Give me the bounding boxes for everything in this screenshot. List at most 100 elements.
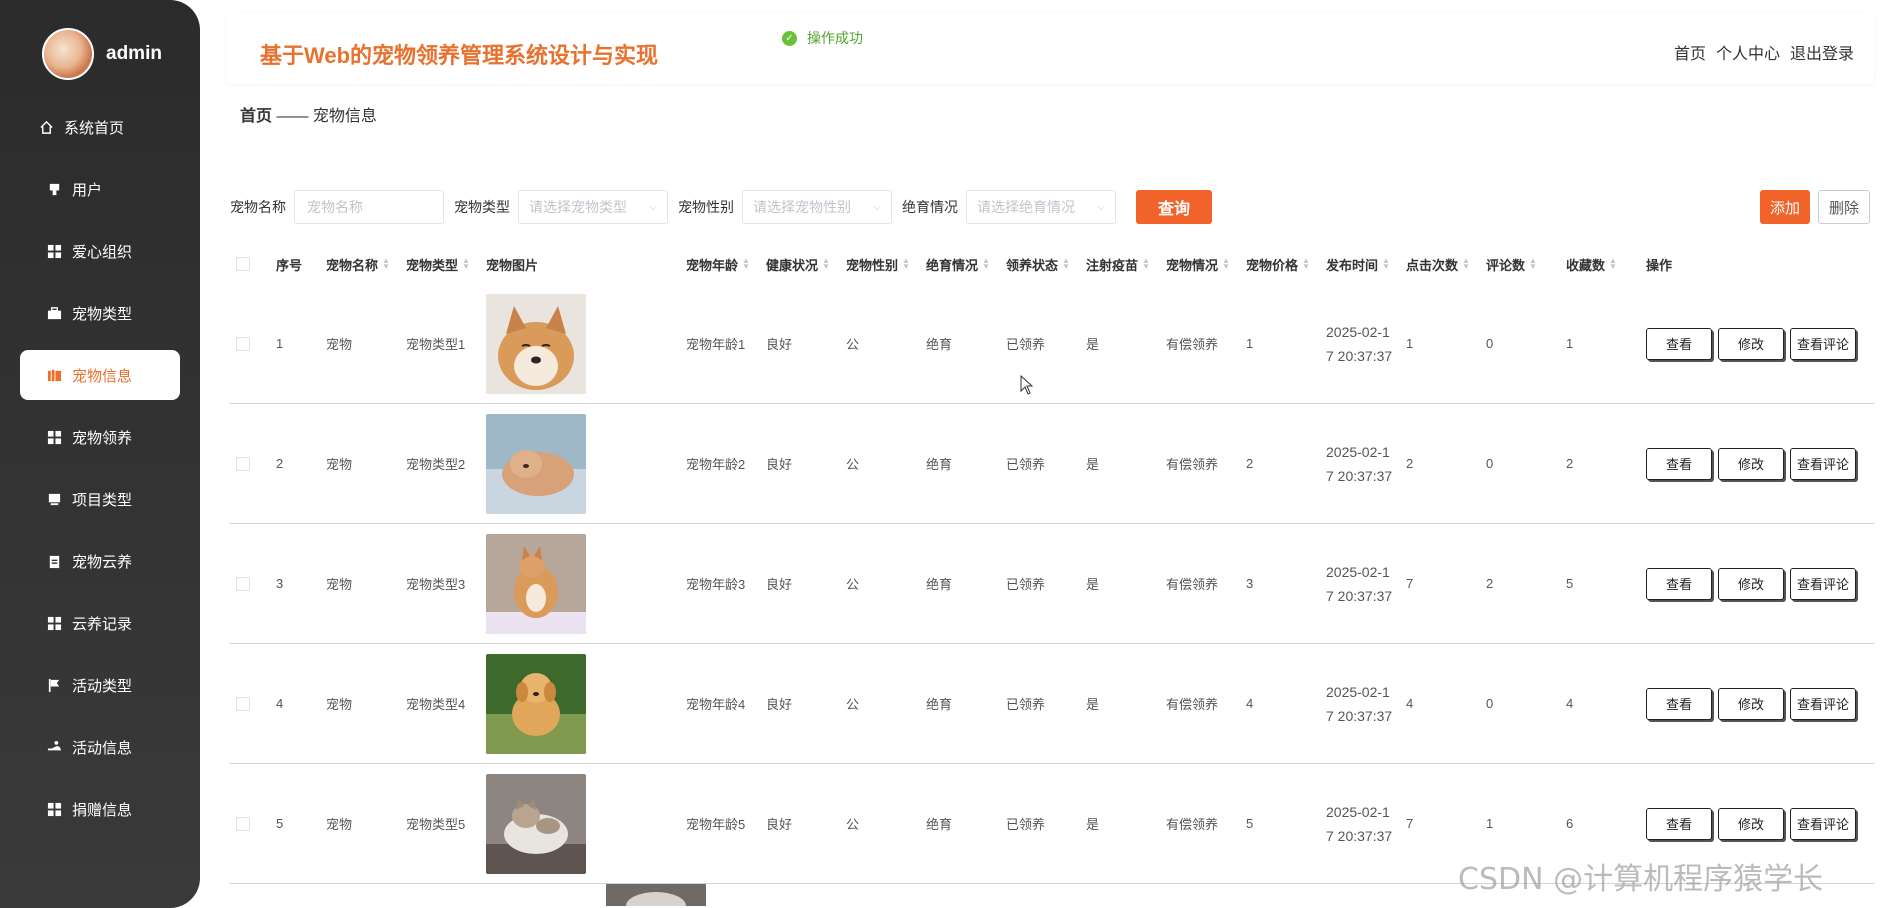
grid-icon [46,243,62,259]
col-header-price[interactable]: 宠物价格 ▲ ▼ [1246,255,1326,274]
delete-button[interactable]: 删除 [1818,190,1870,224]
sidebar-item-home[interactable]: 系统首页 [20,102,180,152]
col-header-no[interactable]: 序号 [276,255,326,274]
user-profile[interactable]: admin [42,28,162,80]
sidebar-item-pet-adoption[interactable]: 宠物领养 [20,412,180,462]
select-all-checkbox[interactable] [236,257,250,271]
col-header-comments[interactable]: 评论数 ▲ ▼ [1486,255,1566,274]
sidebar-item-pet-info[interactable]: 宠物信息 [20,350,180,400]
sort-icon[interactable]: ▲ ▼ [902,257,910,271]
cell-price: 2 [1246,456,1254,471]
sort-icon[interactable]: ▲ ▼ [1302,257,1310,271]
row-checkbox[interactable] [236,576,250,591]
edit-button[interactable]: 修改 [1718,447,1784,480]
home-link[interactable]: 首页 [1674,40,1706,64]
sort-icon[interactable]: ▲ ▼ [982,257,990,271]
pet-photo-golden-puppy[interactable] [486,653,586,754]
pet-sex-label: 宠物性别 [678,199,734,215]
sort-icon[interactable]: ▲ ▼ [462,257,470,271]
col-header-favorites[interactable]: 收藏数 ▲ ▼ [1566,255,1646,274]
row-checkbox[interactable] [236,696,250,711]
row-checkbox[interactable] [236,456,250,471]
sidebar-item-user[interactable]: 用户 [20,164,180,214]
edit-button[interactable]: 修改 [1718,807,1784,840]
pet-type-placeholder: 请选择宠物类型 [529,199,627,215]
cell-health: 良好 [766,577,793,592]
view-button[interactable]: 查看 [1646,567,1712,600]
sidebar-item-charity[interactable]: 爱心组织 [20,226,180,276]
pet-photo-shiba-standing[interactable] [486,533,586,634]
row-checkbox[interactable] [236,336,250,351]
view-button[interactable]: 查看 [1646,687,1712,720]
sidebar-item-cloud-records[interactable]: 云养记录 [20,598,180,648]
col-header-condition[interactable]: 宠物情况 ▲ ▼ [1166,255,1246,274]
sidebar-item-activity-info[interactable]: 活动信息 [20,722,180,772]
cell-age: 宠物年龄2 [686,457,746,472]
view-comments-button[interactable]: 查看评论 [1790,567,1856,600]
cell-no: 2 [276,456,284,471]
cell-time: 2025-02-1 7 20:37:37 [1326,323,1393,364]
sort-icon[interactable]: ▲ ▼ [1462,257,1470,271]
pet-photo-cat[interactable] [486,773,586,874]
logout-link[interactable]: 退出登录 [1790,40,1854,64]
edit-button[interactable]: 修改 [1718,567,1784,600]
edit-button[interactable]: 修改 [1718,687,1784,720]
watermark: CSDN @计算机程序猿学长 [1458,862,1824,897]
sidebar-item-activity-type[interactable]: 活动类型 [20,660,180,710]
pet-sex-select[interactable]: 请选择宠物性别 ⌵ [742,190,892,224]
sort-icon[interactable]: ▲ ▼ [382,257,390,271]
top-header: 基于Web的宠物领养管理系统设计与实现 ✓ 操作成功 首页 个人中心 退出登录 [226,14,1874,84]
sidebar-item-pet-type[interactable]: 宠物类型 [20,288,180,338]
sort-icon[interactable]: ▲ ▼ [1062,257,1070,271]
col-header-sex[interactable]: 宠物性别 ▲ ▼ [846,255,926,274]
sort-icon[interactable]: ▲ ▼ [1609,257,1617,271]
view-button[interactable]: 查看 [1646,327,1712,360]
chevron-down-icon: ⌵ [649,201,657,213]
view-comments-button[interactable]: 查看评论 [1790,687,1856,720]
col-header-vaccine[interactable]: 注射疫苗 ▲ ▼ [1086,255,1166,274]
col-header-type[interactable]: 宠物类型 ▲ ▼ [406,255,486,274]
view-button[interactable]: 查看 [1646,807,1712,840]
sort-icon[interactable]: ▲ ▼ [1382,257,1390,271]
col-header-sterilization[interactable]: 绝育情况 ▲ ▼ [926,255,1006,274]
mouse-cursor-icon [1020,375,1034,395]
edit-button[interactable]: 修改 [1718,327,1784,360]
pet-photo-partial[interactable] [606,884,706,906]
table-row[interactable]: 3 宠物 宠物类型3 宠物年龄3 良好 公 绝育 已领养 是 有偿领养 3 20… [230,524,1874,644]
sterilization-select[interactable]: 请选择绝育情况 ⌵ [966,190,1116,224]
sort-icon[interactable]: ▲ ▼ [822,257,830,271]
col-header-health[interactable]: 健康状况 ▲ ▼ [766,255,846,274]
view-button[interactable]: 查看 [1646,447,1712,480]
col-header-adoption[interactable]: 领养状态 ▲ ▼ [1006,255,1086,274]
pet-photo-puppy-lying[interactable] [486,413,586,514]
query-button[interactable]: 查询 [1136,190,1212,224]
cell-sterilization: 绝育 [926,697,953,712]
sidebar-item-cloud-raising[interactable]: 宠物云养 [20,536,180,586]
row-checkbox[interactable] [236,816,250,831]
col-header-name[interactable]: 宠物名称 ▲ ▼ [326,255,406,274]
table-row[interactable]: 2 宠物 宠物类型2 宠物年龄2 良好 公 绝育 已领养 是 有偿领养 2 20… [230,404,1874,524]
add-button[interactable]: 添加 [1760,190,1810,224]
profile-link[interactable]: 个人中心 [1716,40,1780,64]
pet-name-input[interactable] [294,190,444,224]
cell-time: 2025-02-1 7 20:37:37 [1326,683,1393,724]
sidebar-item-project-type[interactable]: 项目类型 [20,474,180,524]
table-row[interactable]: 4 宠物 宠物类型4 宠物年龄4 良好 公 绝育 已领养 是 有偿领养 4 20… [230,644,1874,764]
table-row[interactable]: 1 宠物 宠物类型1 宠物年龄1 良好 公 绝育 已领养 是 有偿领养 1 20… [230,284,1874,404]
breadcrumb-home[interactable]: 首页 [240,108,272,125]
sort-icon[interactable]: ▲ ▼ [742,257,750,271]
pet-type-select[interactable]: 请选择宠物类型 ⌵ [518,190,668,224]
col-header-actions: 操作 [1646,257,1673,273]
sort-icon[interactable]: ▲ ▼ [1222,257,1230,271]
col-header-time[interactable]: 发布时间 ▲ ▼ [1326,255,1406,274]
col-header-age[interactable]: 宠物年龄 ▲ ▼ [686,255,766,274]
sort-icon[interactable]: ▲ ▼ [1529,257,1537,271]
sidebar-item-donation[interactable]: 捐赠信息 [20,784,180,834]
pet-photo-shiba[interactable] [486,293,586,394]
view-comments-button[interactable]: 查看评论 [1790,327,1856,360]
sort-icon[interactable]: ▲ ▼ [1142,257,1150,271]
cell-name: 宠物 [326,817,353,832]
view-comments-button[interactable]: 查看评论 [1790,807,1856,840]
col-header-clicks[interactable]: 点击次数 ▲ ▼ [1406,255,1486,274]
view-comments-button[interactable]: 查看评论 [1790,447,1856,480]
